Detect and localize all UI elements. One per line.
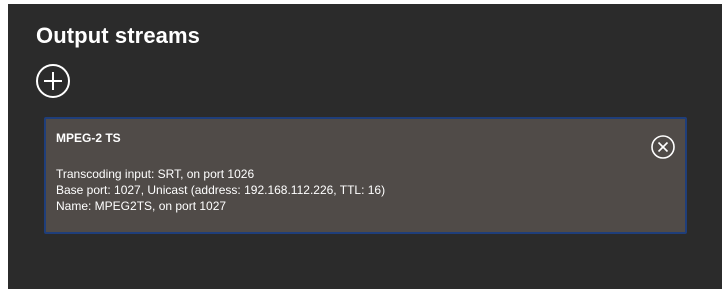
- stream-detail-base-port: Base port: 1027, Unicast (address: 192.1…: [56, 183, 386, 197]
- plus-circle-icon: [36, 64, 70, 98]
- stream-details: Transcoding input: SRT, on port 1026 Bas…: [56, 166, 385, 214]
- stream-title: MPEG-2 TS: [56, 131, 121, 145]
- stream-card[interactable]: MPEG-2 TS Transcoding input: SRT, on por…: [44, 117, 687, 234]
- output-streams-panel: Output streams MPEG-2 TS Transcoding inp…: [8, 4, 722, 289]
- stream-detail-name: Name: MPEG2TS, on port 1027: [56, 199, 227, 213]
- x-circle-icon: [651, 135, 675, 159]
- stream-detail-transcoding-input: Transcoding input: SRT, on port 1026: [56, 167, 255, 181]
- add-stream-button[interactable]: [34, 62, 72, 100]
- panel-title: Output streams: [36, 23, 200, 48]
- remove-stream-button[interactable]: [650, 134, 676, 160]
